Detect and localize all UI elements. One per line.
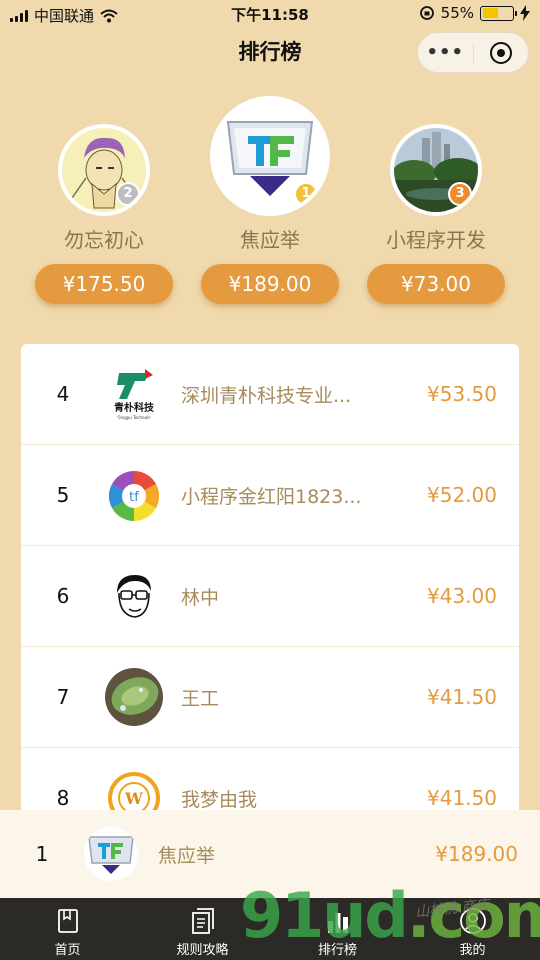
- podium-name: 小程序开发: [386, 228, 486, 252]
- my-rank-number: 1: [35, 842, 49, 866]
- rank-list: 4 青朴科技 Qingpu Technolo 深圳青朴科技专业... ¥53.5…: [21, 344, 519, 864]
- avatar: 1: [210, 96, 330, 216]
- rank-number: 8: [56, 786, 70, 810]
- list-item[interactable]: 6 林中 ¥43.00: [21, 546, 519, 647]
- battery-fill: [482, 8, 499, 18]
- status-bar: 中国联通 下午11:58 55%: [0, 0, 540, 28]
- amount-pill[interactable]: ¥73.00: [367, 264, 505, 304]
- glasses-face-icon: [105, 567, 163, 625]
- qingpu-logo-icon: 青朴科技 Qingpu Technolo: [105, 365, 163, 423]
- leaf-photo-avatar: [105, 668, 163, 726]
- list-item-name: 小程序金红阳1823...: [181, 485, 362, 508]
- qingpu-logo-avatar: 青朴科技 Qingpu Technolo: [105, 365, 163, 423]
- document-icon: [191, 908, 214, 934]
- aperture-logo-icon: tf: [105, 466, 163, 524]
- battery-percent: 55%: [440, 4, 474, 22]
- podium-second[interactable]: 2 勿忘初心 ¥175.50: [35, 124, 173, 304]
- list-item[interactable]: 4 青朴科技 Qingpu Technolo 深圳青朴科技专业... ¥53.5…: [21, 344, 519, 445]
- list-item-amount: ¥43.00: [427, 584, 497, 608]
- logo-subtext: Qingpu Technolo: [117, 415, 151, 420]
- rank-badge: 3: [448, 182, 472, 206]
- logo-text: W: [124, 789, 144, 808]
- more-button[interactable]: •••: [418, 32, 473, 73]
- amount-pill[interactable]: ¥189.00: [201, 264, 339, 304]
- list-item[interactable]: 5 tf 小程序金红阳1823... ¥52.00: [21, 445, 519, 546]
- tf-logo-icon: [84, 827, 138, 881]
- podium-first[interactable]: 1 焦应举 ¥189.00: [201, 96, 339, 304]
- list-item-name: 我梦由我: [181, 788, 258, 811]
- book-icon: [57, 909, 78, 933]
- list-item-amount: ¥41.50: [427, 685, 497, 709]
- rank-badge-number: 3: [455, 186, 465, 201]
- my-amount: ¥189.00: [435, 842, 518, 866]
- logo-text: tf: [129, 490, 139, 505]
- glasses-sketch-avatar: [105, 567, 163, 625]
- rank-number: 5: [56, 483, 70, 507]
- podium-third[interactable]: 3 小程序开发 ¥73.00: [367, 124, 505, 304]
- logo-text: 青朴科技: [114, 401, 155, 414]
- my-name: 焦应举: [158, 844, 216, 867]
- my-avatar: [84, 827, 138, 881]
- list-item-amount: ¥53.50: [427, 382, 497, 406]
- list-item-name: 深圳青朴科技专业...: [181, 384, 352, 407]
- list-item-name: 林中: [181, 586, 220, 609]
- watermark-main: 91ud: [240, 879, 409, 952]
- rank-number: 6: [56, 584, 70, 608]
- list-item-name: 王工: [181, 687, 220, 710]
- leaf-photo-icon: [105, 668, 163, 726]
- list-item-amount: ¥41.50: [427, 786, 497, 810]
- status-right: 55%: [419, 4, 530, 22]
- close-button[interactable]: [474, 41, 529, 64]
- avatar: 3: [390, 124, 482, 216]
- tab-label: 首页: [54, 943, 81, 958]
- podium-name: 焦应举: [240, 228, 300, 252]
- aperture-logo-avatar: tf: [105, 466, 163, 524]
- battery-icon: [480, 5, 517, 21]
- amount-pill[interactable]: ¥175.50: [35, 264, 173, 304]
- tab-home[interactable]: 首页: [0, 898, 135, 960]
- orientation-lock-icon: [419, 6, 434, 20]
- avatar: 2: [58, 124, 150, 216]
- watermark: 91ud.com: [240, 885, 540, 947]
- rank-badge-number: 1: [301, 186, 311, 201]
- close-circle-icon: [489, 41, 512, 64]
- tab-label: 规则攻略: [176, 943, 229, 958]
- miniprogram-capsule: •••: [417, 32, 529, 73]
- rank-badge-number: 2: [123, 186, 133, 201]
- charging-icon: [520, 5, 530, 21]
- rank-badge: 2: [116, 182, 140, 206]
- rank-number: 7: [56, 685, 70, 709]
- list-item-amount: ¥52.00: [427, 483, 497, 507]
- list-item[interactable]: 7 王工 ¥41.50: [21, 647, 519, 748]
- rank-number: 4: [56, 382, 70, 406]
- rank-badge: 1: [294, 182, 318, 206]
- podium-name: 勿忘初心: [64, 228, 144, 252]
